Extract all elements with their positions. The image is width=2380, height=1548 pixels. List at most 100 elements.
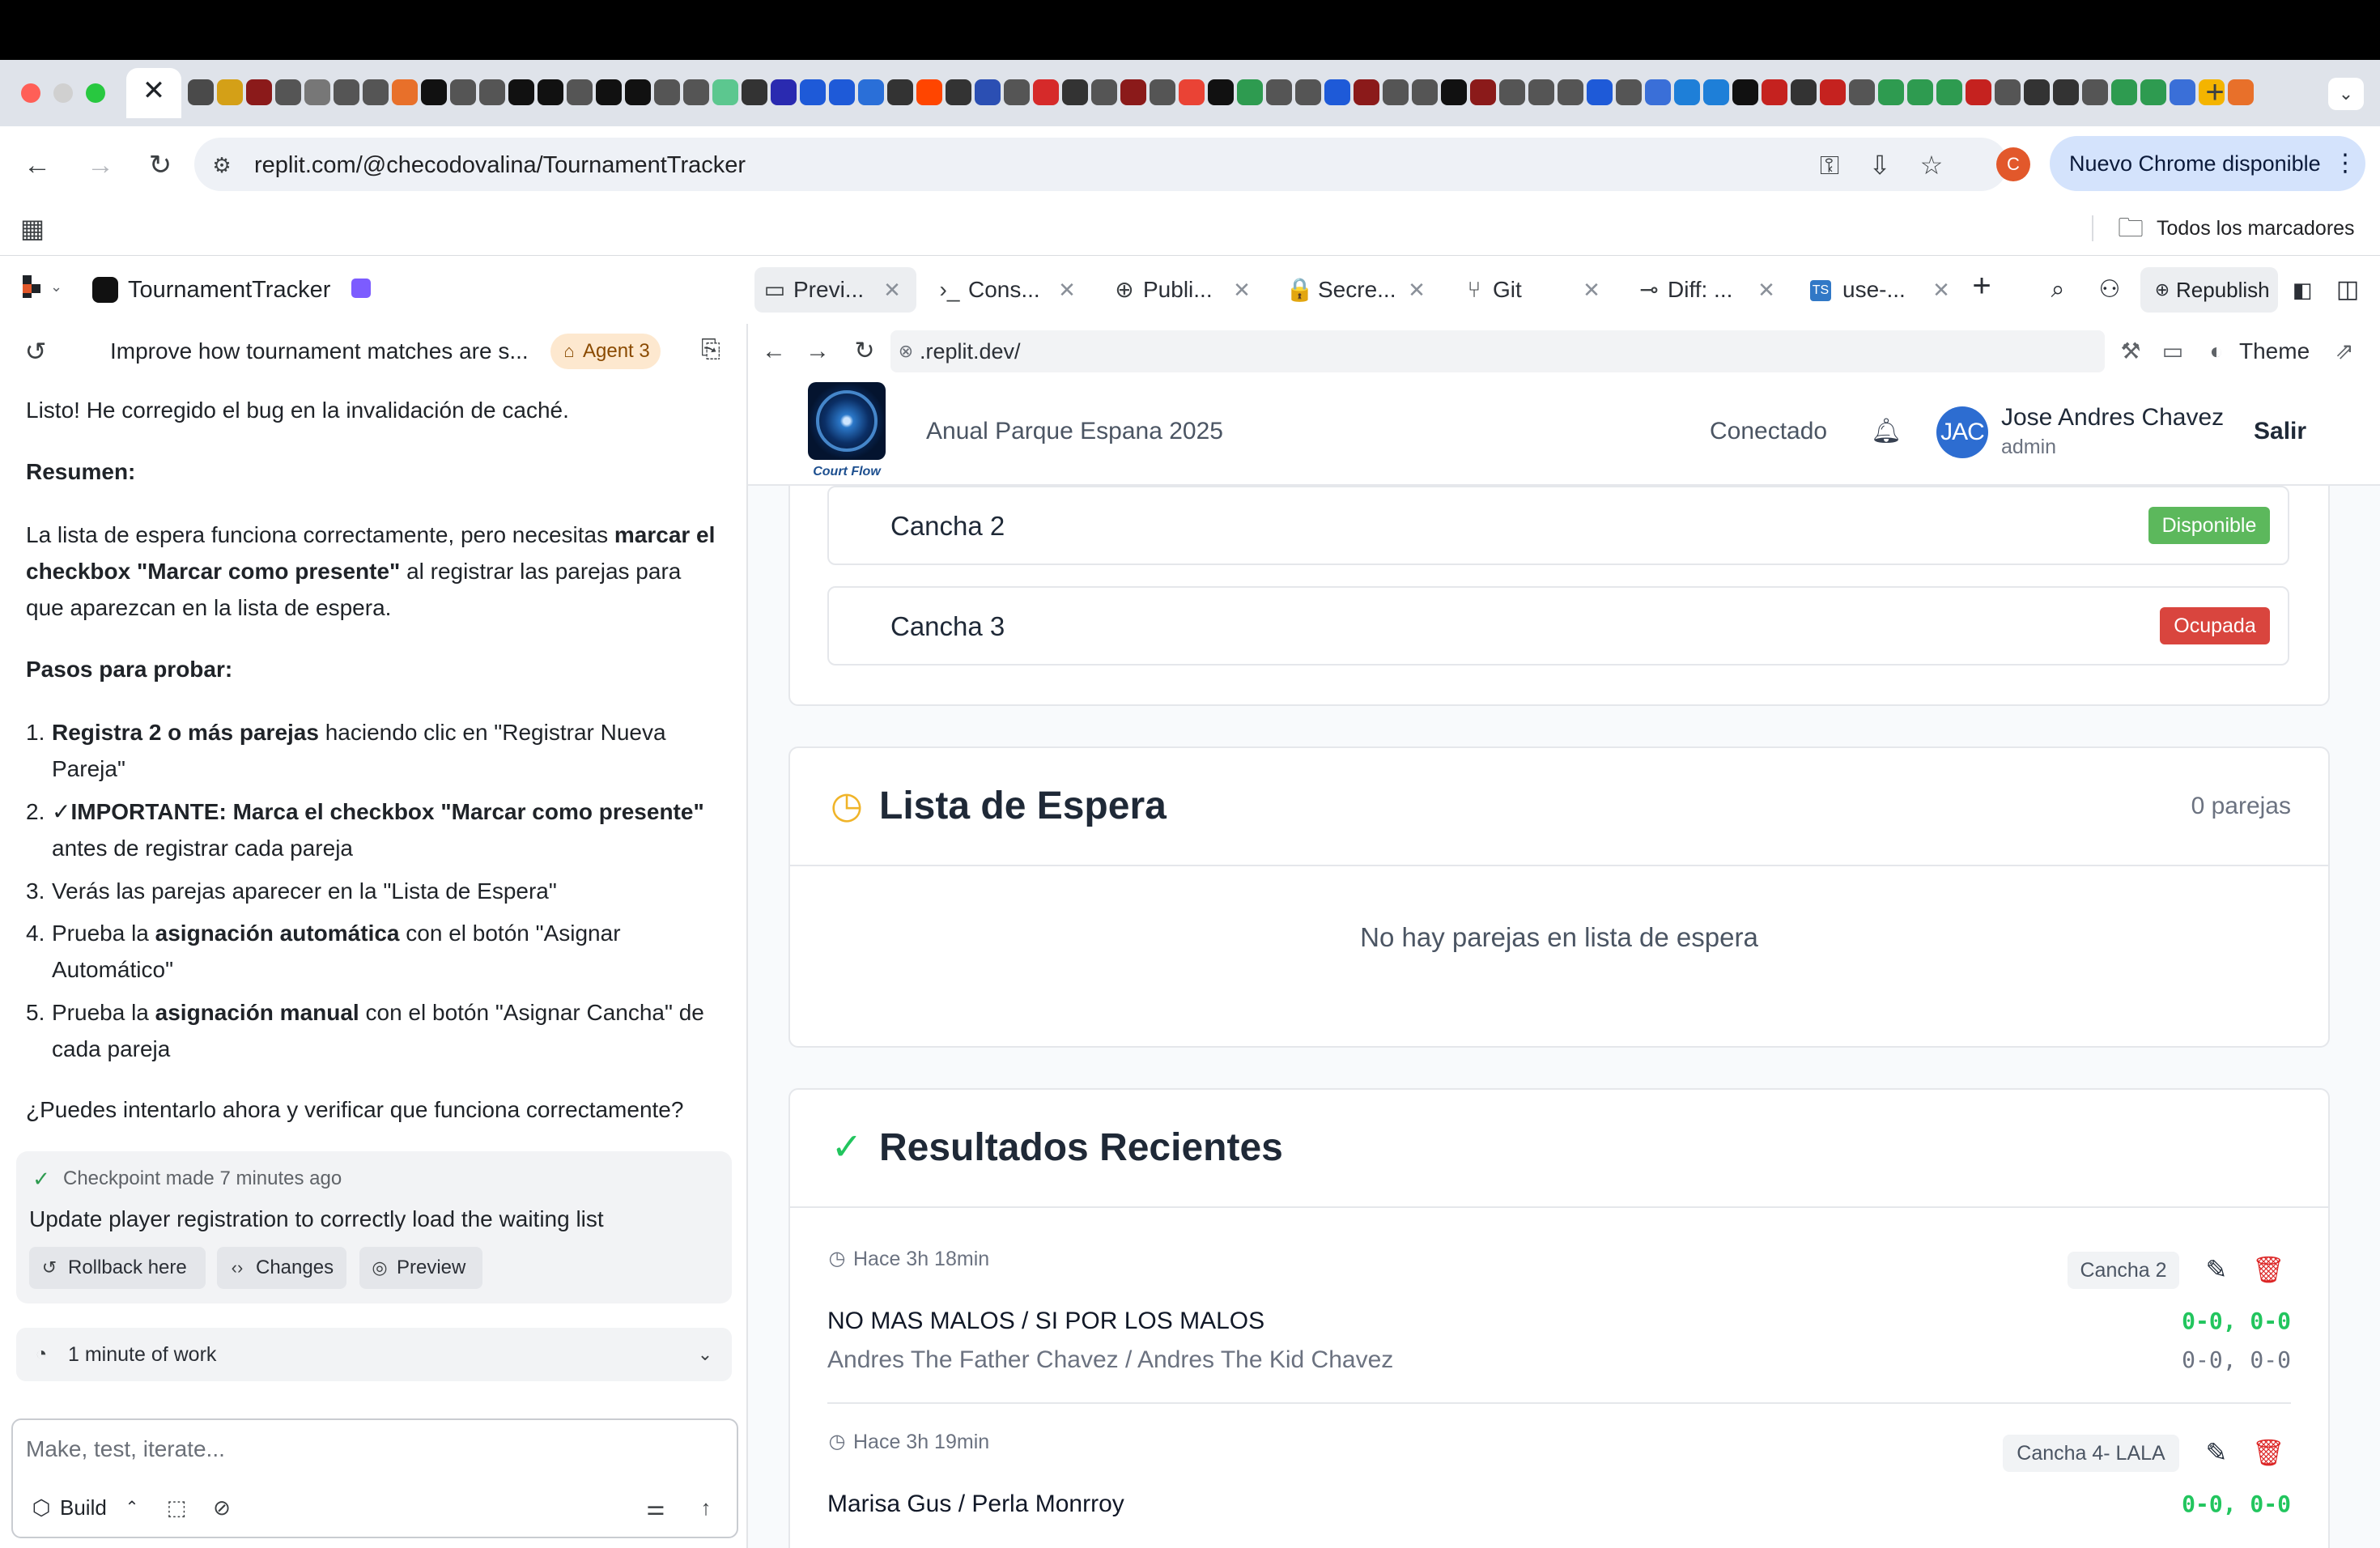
webview-reload-button[interactable]: ↻ (848, 335, 881, 368)
pinned-tab-favicon[interactable] (1616, 79, 1642, 105)
logout-button[interactable]: Salir (2254, 415, 2335, 449)
device-preview-icon[interactable]: ▭ (2157, 335, 2189, 368)
close-tab-icon[interactable]: ✕ (1755, 275, 1778, 304)
pinned-tab-favicon[interactable] (1528, 79, 1554, 105)
pinned-tab-favicon[interactable] (1062, 79, 1088, 105)
tab-search-button[interactable]: ⌄ (2328, 78, 2364, 110)
pinned-tab-favicon[interactable] (1120, 79, 1146, 105)
project-name[interactable]: TournamentTracker (128, 274, 371, 306)
bell-icon[interactable]: 🔔︎ (1870, 415, 1902, 449)
pinned-tab-favicon[interactable] (246, 79, 272, 105)
pinned-tab-favicon[interactable] (742, 79, 767, 105)
pinned-tab-favicon[interactable] (2024, 79, 2050, 105)
back-button[interactable]: ← (19, 147, 55, 183)
extension-icon[interactable]: ◧ (2286, 274, 2318, 306)
address-bar-url[interactable]: replit.com/@checodovalina/TournamentTrac… (254, 149, 1711, 181)
site-info-icon[interactable]: ⚙ (207, 151, 236, 180)
chevron-down-icon[interactable]: ⌄ (693, 1341, 717, 1368)
pinned-tab-favicon[interactable] (946, 79, 971, 105)
reload-button[interactable]: ↻ (142, 147, 178, 183)
history-icon[interactable]: ↺ (19, 335, 52, 368)
chrome-update-label[interactable]: Nuevo Chrome disponible (2069, 149, 2328, 178)
pinned-tab-favicon[interactable] (188, 79, 214, 105)
pinned-tab-favicon[interactable] (1208, 79, 1234, 105)
close-tab-icon[interactable]: ✕ (1230, 275, 1253, 304)
tab-label[interactable]: Publi... (1143, 274, 1234, 306)
invite-user-icon[interactable]: ⚇ (2093, 274, 2126, 306)
pinned-tab-favicon[interactable] (1499, 79, 1525, 105)
pinned-tab-favicon[interactable] (2082, 79, 2108, 105)
pinned-tab-favicon[interactable] (421, 79, 447, 105)
pinned-tab-favicon[interactable] (1587, 79, 1613, 105)
pinned-tab-favicon[interactable] (1703, 79, 1729, 105)
tab-label[interactable]: Secre... (1318, 274, 1409, 306)
pinned-tab-favicon[interactable] (1354, 79, 1379, 105)
pinned-tab-favicon[interactable] (217, 79, 243, 105)
folder-icon[interactable]: 🗀 (2114, 212, 2147, 243)
pinned-tab-favicon[interactable] (508, 79, 534, 105)
pinned-tab-favicon[interactable] (567, 79, 593, 105)
pinned-tab-favicon[interactable] (1936, 79, 1962, 105)
select-element-icon[interactable]: ⬚ (162, 1493, 191, 1522)
install-app-icon[interactable]: ⇩ (1864, 149, 1896, 181)
pinned-tab-favicon[interactable] (275, 79, 301, 105)
pinned-tab-favicon[interactable] (1412, 79, 1438, 105)
tab-label[interactable]: Diff: ... (1668, 274, 1758, 306)
pinned-tab-favicon[interactable] (1849, 79, 1875, 105)
forward-button[interactable]: → (83, 147, 118, 183)
changes-label[interactable]: Changes (256, 1255, 340, 1281)
chrome-menu-icon[interactable]: ⋮ (2333, 149, 2357, 178)
trash-icon[interactable]: 🗑︎ (2252, 1252, 2285, 1287)
chat-input[interactable] (26, 1433, 706, 1465)
bookmark-star-icon[interactable]: ☆ (1915, 149, 1948, 181)
pinned-tab-favicon[interactable] (712, 79, 738, 105)
pinned-tab-favicon[interactable] (2053, 79, 2079, 105)
pinned-tab-favicon[interactable] (1878, 79, 1904, 105)
user-avatar[interactable]: JAC (1936, 406, 1988, 458)
pinned-tab-favicon[interactable] (1762, 79, 1787, 105)
pinned-tab-favicon[interactable] (363, 79, 389, 105)
webview-back-button[interactable]: ← (758, 335, 790, 368)
build-mode-label[interactable]: Build (60, 1493, 117, 1522)
close-tab-icon[interactable]: ✕ (881, 275, 903, 304)
pinned-tab-favicon[interactable] (1004, 79, 1030, 105)
close-tab-icon[interactable]: ✕ (1930, 275, 1953, 304)
tab-label[interactable]: Previ... (793, 274, 884, 306)
zoom-window-button[interactable] (86, 83, 105, 103)
preview-label[interactable]: Preview (397, 1255, 478, 1281)
palette-icon[interactable]: ◐ (2200, 335, 2233, 368)
pinned-tab-favicon[interactable] (1179, 79, 1205, 105)
apps-grid-icon[interactable]: ▦ (18, 214, 47, 243)
close-tab-icon[interactable]: ✕ (1056, 275, 1078, 304)
replit-logo-icon[interactable] (23, 275, 45, 298)
pinned-tab-favicon[interactable] (1237, 79, 1263, 105)
chevron-down-icon[interactable]: ⌄ (50, 275, 68, 298)
republish-label[interactable]: Republish (2176, 275, 2273, 304)
tab-label[interactable]: Cons... (968, 274, 1059, 306)
pinned-tab-favicon[interactable] (1033, 79, 1059, 105)
pinned-tab-favicon[interactable] (975, 79, 1001, 105)
chevron-up-icon[interactable]: ⌃ (121, 1493, 142, 1522)
pinned-tab-favicon[interactable] (334, 79, 359, 105)
tab-label[interactable]: Git (1493, 274, 1583, 306)
pinned-tab-favicon[interactable] (2170, 79, 2195, 105)
pinned-tab-favicon[interactable] (1324, 79, 1350, 105)
attach-icon[interactable]: ⊘ (207, 1493, 236, 1522)
pinned-tab-favicon[interactable] (683, 79, 709, 105)
pinned-tab-favicon[interactable] (450, 79, 476, 105)
pinned-tab-favicon[interactable] (1995, 79, 2021, 105)
new-chat-icon[interactable]: ⎘ (695, 334, 727, 366)
pencil-icon[interactable]: ✎ (2200, 1252, 2233, 1287)
send-icon[interactable]: ↑ (691, 1493, 720, 1522)
open-external-icon[interactable]: ⇗ (2328, 335, 2361, 368)
minimize-window-button[interactable] (53, 83, 73, 103)
pencil-icon[interactable]: ✎ (2200, 1435, 2233, 1470)
tab-label[interactable]: use-... (1842, 274, 1933, 306)
pinned-tab-favicon[interactable] (771, 79, 797, 105)
pinned-tab-favicon[interactable] (800, 79, 826, 105)
pinned-tab-favicon[interactable] (2228, 79, 2254, 105)
pinned-tab-favicon[interactable] (2111, 79, 2137, 105)
pinned-tab-favicon[interactable] (479, 79, 505, 105)
pinned-tab-favicon[interactable] (1295, 79, 1321, 105)
pinned-tab-favicon[interactable] (304, 79, 330, 105)
